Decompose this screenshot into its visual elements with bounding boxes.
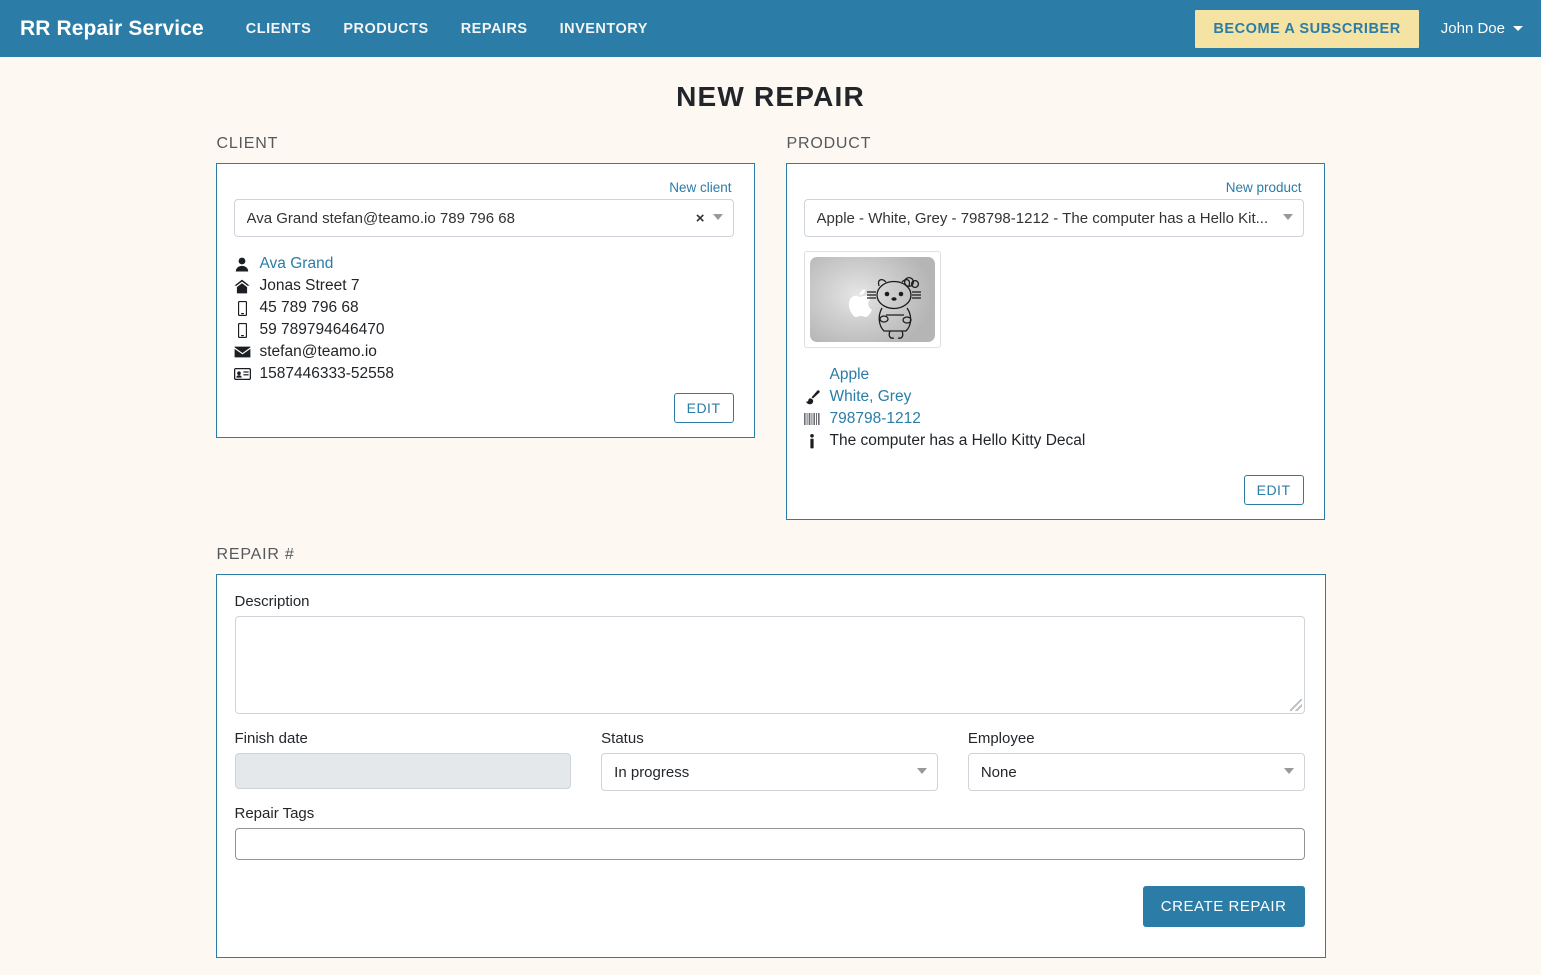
client-name-value: Ava Grand (260, 253, 334, 275)
product-section-label: PRODUCT (786, 135, 1325, 153)
create-repair-row: CREATE REPAIR (235, 886, 1305, 927)
page-content: CLIENT New client Ava Grand stefan@teamo… (216, 113, 1326, 958)
chevron-down-icon[interactable] (1283, 214, 1293, 220)
client-product-row: CLIENT New client Ava Grand stefan@teamo… (216, 135, 1326, 520)
product-barcode-value: 798798-1212 (830, 408, 921, 430)
become-subscriber-button[interactable]: BECOME A SUBSCRIBER (1195, 10, 1418, 48)
chevron-down-icon[interactable] (917, 768, 927, 774)
mobile-icon (234, 323, 251, 338)
page-title: NEW REPAIR (0, 81, 1541, 113)
product-detail-color[interactable]: White, Grey (804, 386, 1304, 408)
apple-hellokitty-artwork (810, 257, 935, 342)
product-detail-note: The computer has a Hello Kitty Decal (804, 430, 1304, 452)
nav-item-clients[interactable]: CLIENTS (230, 13, 328, 45)
client-phone-1-value: 45 789 796 68 (260, 297, 359, 319)
repair-tags-label: Repair Tags (235, 805, 1305, 822)
paint-brush-icon (804, 390, 821, 405)
repair-tags-field: Repair Tags (235, 805, 1305, 860)
finish-date-label: Finish date (235, 730, 572, 747)
user-menu[interactable]: John Doe (1441, 20, 1523, 37)
new-product-link[interactable]: New product (804, 180, 1304, 195)
product-detail-brand[interactable]: Apple (804, 364, 1304, 386)
client-section-label: CLIENT (216, 135, 755, 153)
client-detail-address: Jonas Street 7 (234, 275, 734, 297)
user-icon (234, 257, 251, 272)
product-card: New product Apple - White, Grey - 798798… (786, 163, 1325, 520)
client-select-value: Ava Grand stefan@teamo.io 789 796 68 (247, 210, 694, 227)
new-client-link[interactable]: New client (234, 180, 734, 195)
employee-label: Employee (968, 730, 1305, 747)
employee-select[interactable]: None (968, 753, 1305, 791)
finish-date-input[interactable] (235, 753, 572, 789)
employee-field: Employee None (968, 730, 1305, 791)
product-note-value: The computer has a Hello Kitty Decal (830, 430, 1086, 452)
resize-handle-icon[interactable] (1290, 699, 1302, 711)
client-card: New client Ava Grand stefan@teamo.io 789… (216, 163, 755, 438)
client-detail-phone-2: 59 789794646470 (234, 319, 734, 341)
product-details-list: Apple White, Grey 798798-1212 (804, 364, 1304, 452)
chevron-down-icon[interactable] (1284, 768, 1294, 774)
status-select[interactable]: In progress (601, 753, 938, 791)
nav-item-inventory[interactable]: INVENTORY (544, 13, 664, 45)
barcode-icon (804, 413, 821, 425)
repair-card: Description Finish date Status In progre… (216, 574, 1326, 958)
employee-select-value: None (981, 764, 1282, 781)
mobile-icon (234, 301, 251, 316)
id-card-icon (234, 368, 251, 380)
client-detail-email: stefan@teamo.io (234, 341, 734, 363)
client-detail-phone-1: 45 789 796 68 (234, 297, 734, 319)
clear-icon[interactable]: × (694, 210, 711, 227)
product-color-value: White, Grey (830, 386, 912, 408)
status-label: Status (601, 730, 938, 747)
macbook-lid-image (810, 257, 935, 342)
status-field: Status In progress (601, 730, 938, 791)
product-select[interactable]: Apple - White, Grey - 798798-1212 - The … (804, 199, 1304, 237)
create-repair-button[interactable]: CREATE REPAIR (1143, 886, 1305, 927)
client-phone-2-value: 59 789794646470 (260, 319, 385, 341)
chevron-down-icon[interactable] (713, 214, 723, 220)
product-detail-barcode[interactable]: 798798-1212 (804, 408, 1304, 430)
top-navbar: RR Repair Service CLIENTS PRODUCTS REPAI… (0, 0, 1541, 57)
client-address-value: Jonas Street 7 (260, 275, 360, 297)
main-nav: CLIENTS PRODUCTS REPAIRS INVENTORY (230, 13, 664, 45)
repair-section: REPAIR # Description Finish date Status … (216, 546, 1326, 958)
client-email-value: stefan@teamo.io (260, 341, 377, 363)
repair-tags-input[interactable] (235, 828, 1305, 860)
product-thumbnail[interactable] (804, 251, 941, 348)
client-detail-id: 1587446333-52558 (234, 363, 734, 385)
repair-fields-row: Finish date Status In progress Employee … (235, 730, 1305, 791)
client-column: CLIENT New client Ava Grand stefan@teamo… (216, 135, 755, 520)
client-edit-button[interactable]: EDIT (674, 393, 734, 423)
envelope-icon (234, 346, 251, 358)
repair-section-label: REPAIR # (216, 546, 1326, 564)
user-name-label: John Doe (1441, 20, 1505, 37)
description-textarea[interactable] (235, 616, 1305, 714)
info-icon (804, 434, 821, 449)
client-detail-name[interactable]: Ava Grand (234, 253, 734, 275)
brand-logo[interactable]: RR Repair Service (20, 17, 204, 41)
client-select[interactable]: Ava Grand stefan@teamo.io 789 796 68 × (234, 199, 734, 237)
status-select-value: In progress (614, 764, 915, 781)
nav-item-repairs[interactable]: REPAIRS (445, 13, 544, 45)
description-label: Description (235, 593, 1305, 610)
client-details-list: Ava Grand Jonas Street 7 45 789 796 68 (234, 253, 734, 385)
finish-date-field: Finish date (235, 730, 572, 791)
product-column: PRODUCT New product Apple - White, Grey … (786, 135, 1325, 520)
chevron-down-icon (1513, 26, 1523, 31)
navbar-right: BECOME A SUBSCRIBER John Doe (1195, 10, 1523, 48)
product-edit-button[interactable]: EDIT (1244, 475, 1304, 505)
nav-item-products[interactable]: PRODUCTS (327, 13, 444, 45)
client-id-value: 1587446333-52558 (260, 363, 394, 385)
product-select-value: Apple - White, Grey - 798798-1212 - The … (817, 210, 1281, 227)
product-brand-value: Apple (830, 364, 870, 386)
home-icon (234, 279, 251, 294)
